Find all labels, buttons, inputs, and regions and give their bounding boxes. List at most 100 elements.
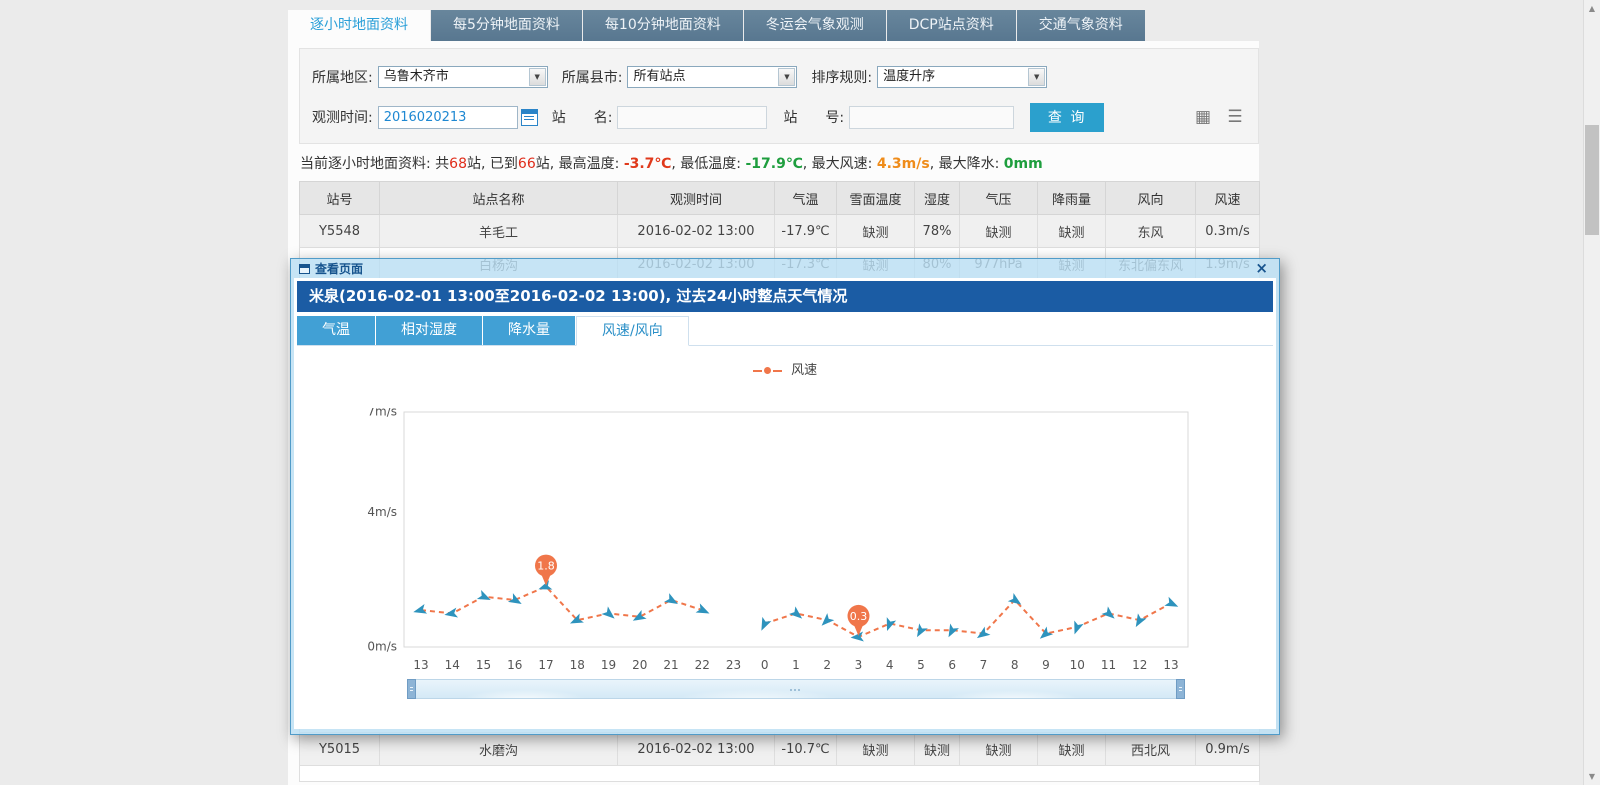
dialog-title: 查看页面 <box>315 260 363 277</box>
dialog-tab-1[interactable]: 相对湿度 <box>376 316 482 345</box>
svg-text:0: 0 <box>761 658 769 672</box>
summary-segment: 68 <box>449 156 467 172</box>
sort-select[interactable]: 温度升序 ▼ <box>877 66 1047 88</box>
scroll-down-icon[interactable]: ▼ <box>1584 768 1600 785</box>
svg-text:0.3: 0.3 <box>850 610 868 623</box>
top-tab-4[interactable]: DCP站点资料 <box>887 10 1016 41</box>
cell: 缺测 <box>1038 733 1106 766</box>
svg-text:3: 3 <box>855 658 863 672</box>
column-header: 站点名称 <box>380 182 618 215</box>
dialog-tabs: 气温相对湿度降水量风速/风向 <box>297 316 1273 346</box>
dialog-header: 米泉(2016-02-01 13:00至2016-02-02 13:00), 过… <box>297 281 1273 312</box>
table-row <box>300 766 1260 782</box>
chevron-down-icon[interactable]: ▼ <box>529 68 546 86</box>
svg-text:16: 16 <box>507 658 522 672</box>
grid-view-icon[interactable]: ▦ <box>1192 107 1214 127</box>
svg-text:6: 6 <box>948 658 956 672</box>
scroll-up-icon[interactable]: ▲ <box>1584 0 1600 17</box>
column-header: 风向 <box>1106 182 1196 215</box>
summary-line: 当前逐小时地面资料: 共68站, 已到66站, 最高温度: -3.7℃, 最低温… <box>300 153 1259 173</box>
dialog-titlebar[interactable]: 查看页面 × <box>294 259 1276 278</box>
svg-text:1: 1 <box>792 658 800 672</box>
chevron-down-icon[interactable]: ▼ <box>778 68 795 86</box>
svg-text:7: 7 <box>980 658 988 672</box>
top-tabs: 逐小时地面资料每5分钟地面资料每10分钟地面资料冬运会气象观测DCP站点资料交通… <box>288 10 1146 41</box>
page-scrollbar[interactable]: ▲ ▼ <box>1583 0 1600 785</box>
summary-segment: 站, 最高温度: <box>536 156 624 172</box>
cell: 缺测 <box>915 733 960 766</box>
cell: 0.9m/s <box>1196 733 1260 766</box>
chart-range-slider[interactable] <box>407 679 1185 699</box>
cell: 78% <box>915 215 960 248</box>
chevron-down-icon[interactable]: ▼ <box>1028 68 1045 86</box>
dialog-tab-2[interactable]: 降水量 <box>483 316 575 345</box>
chart-legend[interactable]: 风速 <box>294 359 1276 375</box>
close-icon[interactable]: × <box>1252 259 1271 278</box>
slider-right-handle[interactable] <box>1176 679 1185 699</box>
cell: 缺测 <box>960 215 1038 248</box>
svg-text:7m/s: 7m/s <box>367 408 397 419</box>
svg-text:2: 2 <box>823 658 831 672</box>
svg-text:11: 11 <box>1101 658 1116 672</box>
summary-segment: , 最低温度: <box>671 156 745 172</box>
legend-series-marker <box>753 367 782 374</box>
svg-text:10: 10 <box>1070 658 1085 672</box>
top-tab-0[interactable]: 逐小时地面资料 <box>288 10 430 41</box>
cell: -10.7℃ <box>775 733 837 766</box>
svg-text:21: 21 <box>663 658 678 672</box>
slider-grip-icon[interactable] <box>790 689 792 691</box>
view-toggle: ▦ ☰ <box>1192 107 1246 127</box>
legend-series-label: 风速 <box>791 363 817 378</box>
top-tab-2[interactable]: 每10分钟地面资料 <box>583 10 743 41</box>
cell: 缺测 <box>837 733 915 766</box>
dialog-tab-3[interactable]: 风速/风向 <box>576 316 689 346</box>
cell: 缺测 <box>960 733 1038 766</box>
filter-row-1: 所属地区: 乌鲁木齐市 ▼ 所属县市: 所有站点 ▼ 排序规则: 温度升序 ▼ <box>312 57 1246 97</box>
column-header: 降雨量 <box>1038 182 1106 215</box>
station-link[interactable]: 水磨沟 <box>380 733 618 766</box>
scrollbar-thumb[interactable] <box>1585 125 1599 235</box>
summary-segment: -17.9℃ <box>745 156 802 172</box>
svg-text:9: 9 <box>1042 658 1050 672</box>
window-icon <box>299 264 310 274</box>
search-button[interactable]: 查 询 <box>1030 103 1104 132</box>
station-no-input[interactable] <box>849 106 1014 129</box>
summary-segment: , 最大降水: <box>930 156 1004 172</box>
filter-row-2: 观测时间: 站 名: 站 号: 查 询 ▦ ☰ <box>312 97 1246 137</box>
column-header: 雪面温度 <box>837 182 915 215</box>
summary-segment: 66 <box>518 156 536 172</box>
station-no-label: 站 号: <box>783 107 844 127</box>
svg-text:18: 18 <box>570 658 585 672</box>
svg-text:15: 15 <box>476 658 491 672</box>
column-header: 湿度 <box>915 182 960 215</box>
svg-text:4: 4 <box>886 658 894 672</box>
top-tab-1[interactable]: 每5分钟地面资料 <box>431 10 582 41</box>
column-header: 观测时间 <box>618 182 775 215</box>
slider-left-handle[interactable] <box>407 679 416 699</box>
cell: 缺测 <box>1038 215 1106 248</box>
cell: -17.9℃ <box>775 215 837 248</box>
station-link[interactable]: 羊毛工 <box>380 215 618 248</box>
summary-segment: 站, 已到 <box>467 156 518 172</box>
cell: 缺测 <box>837 215 915 248</box>
calendar-icon[interactable] <box>521 109 538 126</box>
top-tab-3[interactable]: 冬运会气象观测 <box>744 10 886 41</box>
dialog-tab-0[interactable]: 气温 <box>297 316 375 345</box>
station-name-label: 站 名: <box>552 107 613 127</box>
region-select[interactable]: 乌鲁木齐市 ▼ <box>378 66 548 88</box>
column-header: 气压 <box>960 182 1038 215</box>
county-select[interactable]: 所有站点 ▼ <box>627 66 797 88</box>
cell: 2016-02-02 13:00 <box>618 733 775 766</box>
list-view-icon[interactable]: ☰ <box>1224 107 1246 127</box>
svg-text:0m/s: 0m/s <box>367 640 397 654</box>
county-label: 所属县市: <box>562 67 623 87</box>
svg-text:20: 20 <box>632 658 647 672</box>
obs-time-input[interactable] <box>378 106 518 129</box>
cell: 西北风 <box>1106 733 1196 766</box>
sort-select-value: 温度升序 <box>883 69 935 84</box>
top-tab-5[interactable]: 交通气象资料 <box>1017 10 1145 41</box>
svg-text:23: 23 <box>726 658 741 672</box>
station-name-input[interactable] <box>617 106 767 129</box>
svg-text:17: 17 <box>538 658 553 672</box>
region-select-value: 乌鲁木齐市 <box>384 69 449 84</box>
